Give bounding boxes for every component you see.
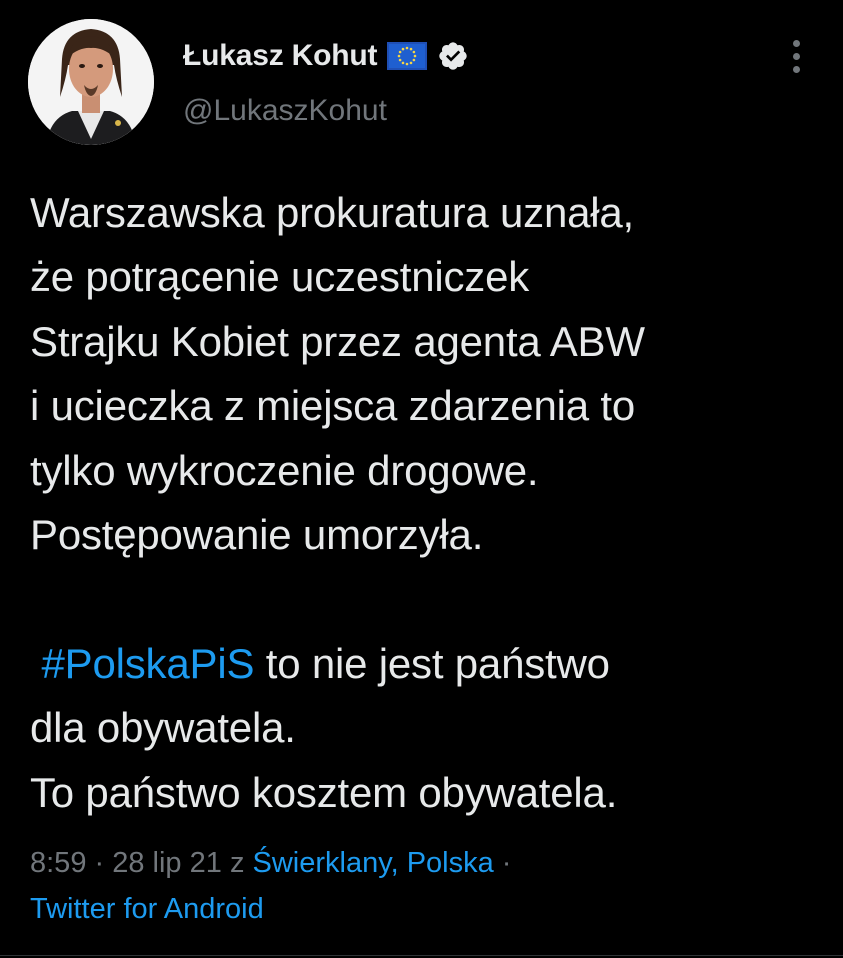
more-options-icon[interactable] xyxy=(782,38,810,74)
tweet-meta-line-2: Twitter for Android xyxy=(30,886,511,932)
tweet-text-line: #PolskaPiS to nie jest państwo xyxy=(30,632,820,696)
location-prefix: z xyxy=(221,847,253,879)
tweet-text: Warszawska prokuratura uznała, że potrąc… xyxy=(30,181,820,825)
divider xyxy=(0,955,843,956)
tweet-text-line: Strajku Kobiet przez agenta ABW xyxy=(30,317,645,365)
tweet-time[interactable]: 8:59 xyxy=(30,847,86,879)
author-name-row[interactable]: Łukasz Kohut xyxy=(183,36,469,76)
author-display-name[interactable]: Łukasz Kohut xyxy=(183,39,377,73)
tweet-text-line: i ucieczka z miejsca zdarzenia to xyxy=(30,382,635,430)
tweet-date[interactable]: 28 lip 21 xyxy=(112,847,222,879)
location-link[interactable]: Świerklany, Polska xyxy=(253,847,494,879)
more-dot xyxy=(792,52,800,60)
tweet-text-line: tylko wykroczenie drogowe. xyxy=(30,446,539,494)
eu-flag-icon xyxy=(387,42,428,70)
hashtag-continuation: to nie jest państwo xyxy=(254,639,610,687)
avatar-image xyxy=(28,19,154,145)
tweet-text-line: Warszawska prokuratura uznała, xyxy=(30,189,635,236)
avatar[interactable] xyxy=(28,19,154,145)
tweet-text-line: że potrącenie uczestniczek xyxy=(30,253,530,301)
verified-badge-icon xyxy=(439,42,467,70)
tweet-metadata: 8:59 · 28 lip 21 z Świerklany, Polska · … xyxy=(30,840,511,932)
more-dot xyxy=(792,65,800,73)
hashtag-link[interactable]: #PolskaPiS xyxy=(41,640,254,687)
tweet-meta-line-1: 8:59 · 28 lip 21 z Świerklany, Polska · xyxy=(30,840,511,886)
source-link[interactable]: Twitter for Android xyxy=(30,893,264,925)
tweet-text-line: dla obywatela. xyxy=(30,704,296,752)
tweet-text-line: To państwo kosztem obywatela. xyxy=(30,768,618,816)
author-handle[interactable]: @LukaszKohut xyxy=(183,94,387,128)
tweet-text-line: Postępowanie umorzyła. xyxy=(30,510,484,558)
tweet: Łukasz Kohut @LukaszKohut Warszawska pro… xyxy=(0,0,843,958)
more-dot xyxy=(792,39,800,47)
meta-separator: · xyxy=(493,847,512,879)
meta-separator: · xyxy=(86,847,113,879)
